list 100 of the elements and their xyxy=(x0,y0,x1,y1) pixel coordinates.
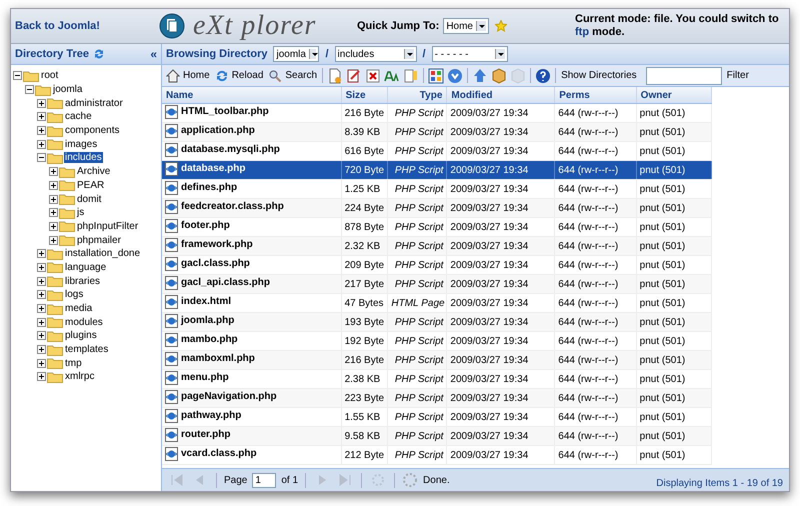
tree-item[interactable]: cache xyxy=(64,111,93,122)
table-cell: 2009/03/27 19:34 xyxy=(450,316,528,328)
table-cell: PHP Script xyxy=(394,278,444,290)
expand-icon[interactable] xyxy=(49,180,58,190)
file-row[interactable]: framework.php 2.32 KB PHP Script 2009/03/27 19:34 644 (rw-r--r--) pnut (501) xyxy=(162,236,712,256)
show-directories-button[interactable]: Show Directories xyxy=(559,70,639,81)
expand-icon[interactable] xyxy=(37,290,46,300)
page-label: Page xyxy=(224,474,248,486)
quick-jump-select[interactable]: Home xyxy=(443,18,489,34)
expand-icon[interactable] xyxy=(37,126,46,136)
path-select[interactable]: - - - - - - xyxy=(432,46,508,62)
expand-icon[interactable] xyxy=(37,249,46,258)
collapse-icon[interactable] xyxy=(13,71,22,80)
expand-icon[interactable] xyxy=(37,140,46,149)
column-header[interactable]: Modified xyxy=(446,87,555,104)
file-row[interactable]: pageNavigation.php 223 Byte PHP Script 2009/03/27 19:34 644 (rw-r--r--) pnut (501) xyxy=(162,388,712,408)
table-cell: 2009/03/27 19:34 xyxy=(450,126,528,138)
download-icon[interactable] xyxy=(446,68,464,84)
collapse-icon[interactable] xyxy=(25,85,34,94)
toolbar-button[interactable]: Reload xyxy=(212,68,266,82)
tree-item[interactable]: installation_done xyxy=(64,248,142,260)
tree-item[interactable]: components xyxy=(64,125,120,136)
archive-icon[interactable] xyxy=(490,68,508,84)
expand-icon[interactable] xyxy=(37,358,46,368)
file-icon xyxy=(165,294,178,308)
star-icon[interactable] xyxy=(495,20,507,32)
tree-item[interactable]: modules xyxy=(64,316,104,328)
file-row[interactable]: vcard.class.php 212 Byte PHP Script 2009/03/27 19:34 644 (rw-r--r--) pnut (501) xyxy=(162,446,712,464)
tree-item[interactable]: joomla xyxy=(52,84,84,96)
file-name: HTML_toolbar.php xyxy=(181,106,269,117)
path-select[interactable]: joomla xyxy=(273,46,320,62)
tree-item[interactable]: Archive xyxy=(76,166,112,178)
expand-icon[interactable] xyxy=(37,98,46,108)
tree-item[interactable]: logs xyxy=(64,289,84,300)
tree-item[interactable]: includes xyxy=(64,152,103,164)
expand-icon[interactable] xyxy=(37,304,46,314)
ftp-link[interactable]: ftp xyxy=(575,26,590,38)
folder-icon xyxy=(23,70,39,82)
tree-item[interactable]: root xyxy=(40,70,60,82)
filter-field[interactable] xyxy=(646,66,722,84)
file-row[interactable]: router.php 9.58 KB PHP Script 2009/03/27 19:34 644 (rw-r--r--) pnut (501) xyxy=(162,426,712,446)
view-icon[interactable] xyxy=(427,68,446,84)
tree-item[interactable]: tmp xyxy=(64,358,83,369)
column-header[interactable]: Size xyxy=(341,87,388,104)
tree-item[interactable]: templates xyxy=(64,344,110,356)
expand-icon[interactable] xyxy=(37,331,46,340)
expand-icon[interactable] xyxy=(37,262,46,272)
delete-icon[interactable] xyxy=(364,68,382,84)
expand-icon[interactable] xyxy=(37,372,46,382)
expand-icon[interactable] xyxy=(49,167,58,176)
column-header[interactable]: Name xyxy=(162,87,342,104)
expand-icon[interactable] xyxy=(49,208,58,218)
file-name: router.php xyxy=(181,429,230,440)
tree-item[interactable]: phpmailer xyxy=(76,234,122,246)
expand-icon[interactable] xyxy=(37,276,46,286)
file-row[interactable]: joomla.php 193 Byte PHP Script 2009/03/27 19:34 644 (rw-r--r--) pnut (501) xyxy=(162,312,712,332)
file-row[interactable]: database.php 720 Byte PHP Script 2009/03/27 19:34 644 (rw-r--r--) pnut (501) xyxy=(162,160,712,180)
collapse-icon[interactable] xyxy=(37,153,46,162)
file-row[interactable]: gacl_api.class.php 217 Byte PHP Script 2009/03/27 19:34 644 (rw-r--r--) pnut (501) xyxy=(162,274,712,294)
tree-item[interactable]: plugins xyxy=(64,330,98,342)
table-cell: PHP Script xyxy=(394,412,444,422)
expand-icon[interactable] xyxy=(49,222,58,231)
refresh-icon[interactable] xyxy=(92,48,105,60)
column-header[interactable]: Type xyxy=(388,87,447,104)
expand-icon[interactable] xyxy=(37,345,46,354)
tree-item[interactable]: administrator xyxy=(64,98,124,109)
toolbar-button[interactable]: Search xyxy=(266,68,320,82)
file-row[interactable]: feedcreator.class.php 224 Byte PHP Script 2009/03/27 19:34 644 (rw-r--r--) pnut (501) xyxy=(162,198,712,218)
table-cell: PHP Script xyxy=(394,240,444,252)
back-link[interactable]: Back to Joomla! xyxy=(15,20,159,32)
tree-item[interactable]: domit xyxy=(76,194,102,205)
tree-item[interactable]: media xyxy=(64,303,94,314)
column-header[interactable]: Owner xyxy=(636,87,712,104)
table-cell: 644 (rw-r--r--) xyxy=(558,450,618,460)
page-field[interactable]: 1 xyxy=(252,472,276,488)
path-select[interactable]: includes xyxy=(334,46,417,62)
file-icon xyxy=(165,352,178,366)
table-cell: PHP Script xyxy=(394,430,444,442)
tree-item[interactable]: js xyxy=(76,207,86,218)
file-row[interactable]: mamboxml.php 216 Byte PHP Script 2009/03/27 19:34 644 (rw-r--r--) pnut (501) xyxy=(162,350,712,370)
table-cell: pnut (501) xyxy=(640,164,686,176)
expand-icon[interactable] xyxy=(49,236,58,245)
table-cell: 192 Byte xyxy=(344,336,384,346)
tree-item[interactable]: xmlrpc xyxy=(64,371,96,382)
tree-item[interactable]: PEAR xyxy=(76,180,106,191)
table-cell: 644 (rw-r--r--) xyxy=(558,240,618,252)
tree-item[interactable]: libraries xyxy=(64,276,102,287)
file-row[interactable]: application.php 8.39 KB PHP Script 2009/03/27 19:34 644 (rw-r--r--) pnut (501) xyxy=(162,122,712,142)
collapse-button[interactable]: « xyxy=(150,47,157,61)
help-icon[interactable] xyxy=(534,68,552,84)
expand-icon[interactable] xyxy=(49,194,58,204)
expand-icon[interactable] xyxy=(37,112,46,122)
tree-item[interactable]: images xyxy=(64,138,98,150)
table-cell: 720 Byte xyxy=(344,164,384,176)
expand-icon[interactable] xyxy=(37,318,46,327)
folder-icon xyxy=(47,344,63,356)
toolbar-button[interactable]: Home xyxy=(164,68,212,82)
column-header[interactable]: Perms xyxy=(554,87,636,104)
tree-item[interactable]: phpInputFilter xyxy=(76,220,140,232)
tree-item[interactable]: language xyxy=(64,262,108,273)
